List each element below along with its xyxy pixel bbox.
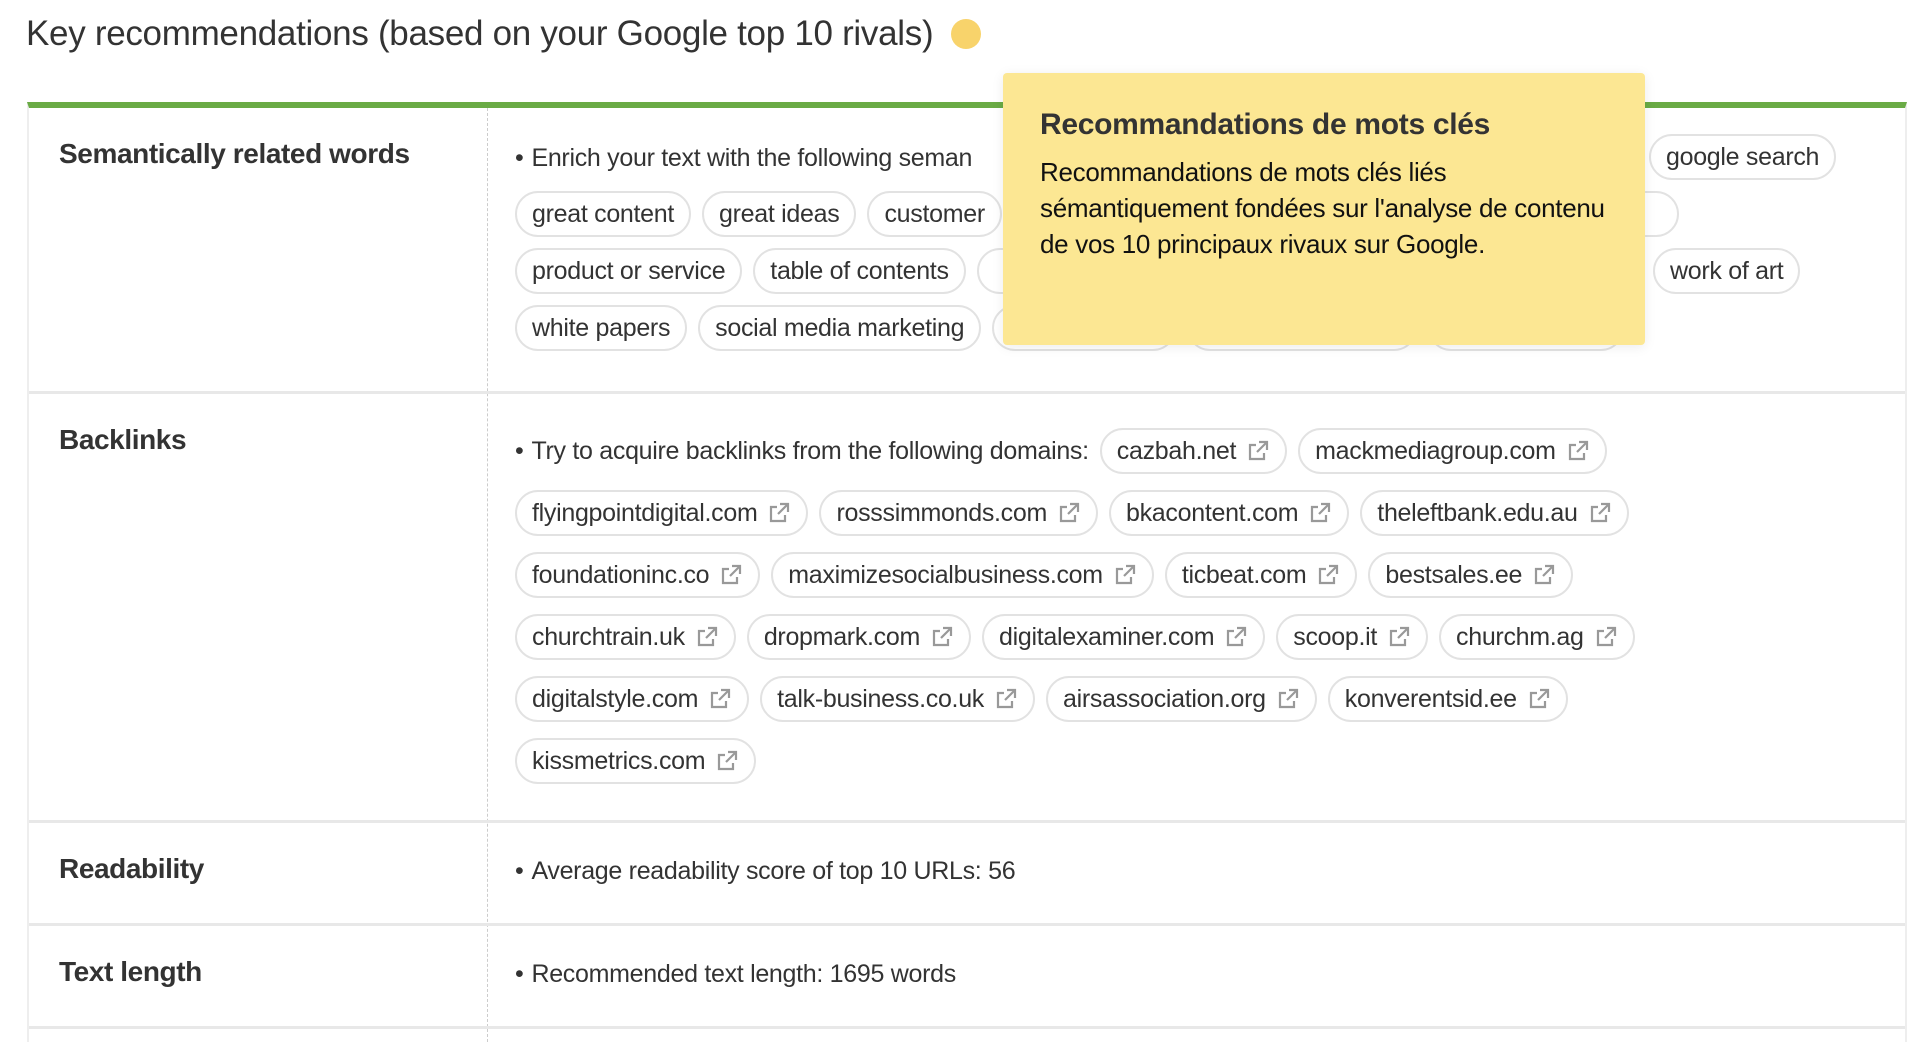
domain-label: mackmediagroup.com bbox=[1315, 436, 1556, 465]
external-link-icon[interactable] bbox=[1527, 687, 1551, 711]
external-link-icon[interactable] bbox=[767, 501, 791, 525]
chip-row: great content great ideas customer bbox=[515, 191, 1002, 237]
backlink-row: foundationinc.co maximizesocialbusiness.c… bbox=[515, 552, 1574, 598]
tooltip-title: Recommandations de mots clés bbox=[1040, 108, 1491, 141]
external-link-icon[interactable] bbox=[1387, 625, 1411, 649]
external-link-icon[interactable] bbox=[1532, 563, 1556, 587]
keyword-chip[interactable]: table of contents bbox=[753, 248, 966, 294]
backlink-row: digitalstyle.com talk-business.co.uk airsa… bbox=[515, 676, 1568, 722]
keyword-chip[interactable]: great content bbox=[515, 191, 692, 237]
row-backlinks: Backlinks Try to acquire backlinks from … bbox=[29, 394, 1905, 823]
domain-label: churchtrain.uk bbox=[532, 622, 685, 651]
external-link-icon[interactable] bbox=[1566, 439, 1590, 463]
external-link-icon[interactable] bbox=[1224, 625, 1248, 649]
external-link-icon[interactable] bbox=[1594, 625, 1618, 649]
domain-label: theleftbank.edu.au bbox=[1377, 498, 1578, 527]
keyword-chip[interactable]: customer bbox=[867, 191, 1002, 237]
backlink-domain-chip[interactable]: cazbah.net bbox=[1099, 428, 1288, 474]
external-link-icon[interactable] bbox=[930, 625, 954, 649]
chip-row: product or service table of contents bbox=[515, 248, 1057, 294]
tooltip: Recommandations de mots clés Recommandat… bbox=[1003, 73, 1645, 345]
keyword-chip[interactable]: work of art bbox=[1653, 248, 1801, 294]
row-readability: Readability Average readability score of… bbox=[29, 823, 1905, 926]
external-link-icon[interactable] bbox=[1057, 501, 1081, 525]
backlink-domain-chip[interactable]: flyingpointdigital.com bbox=[515, 490, 809, 536]
backlink-row: churchtrain.uk dropmark.com digitalexamine… bbox=[515, 614, 1635, 660]
backlink-domain-chip[interactable]: digitalstyle.com bbox=[515, 676, 750, 722]
domain-label: bestsales.ee bbox=[1385, 560, 1523, 589]
backlink-domain-chip[interactable]: bestsales.ee bbox=[1368, 552, 1574, 598]
text-length-line: Recommended text length: 1695 words bbox=[515, 960, 956, 989]
status-dot-icon bbox=[951, 19, 982, 49]
domain-label: kissmetrics.com bbox=[532, 746, 706, 775]
backlink-domain-chip[interactable]: churchtrain.uk bbox=[515, 614, 736, 660]
external-link-icon[interactable] bbox=[719, 563, 743, 587]
row-label: Backlinks bbox=[59, 424, 187, 455]
text-length-value: Recommended text length: 1695 words bbox=[515, 960, 956, 989]
row-label: Text length bbox=[59, 956, 202, 987]
domain-label: dropmark.com bbox=[763, 622, 920, 651]
external-link-icon[interactable] bbox=[1246, 439, 1270, 463]
domain-label: rosssimmonds.com bbox=[836, 498, 1047, 527]
external-link-icon[interactable] bbox=[1113, 563, 1137, 587]
domain-label: talk-business.co.uk bbox=[777, 684, 985, 713]
external-link-icon[interactable] bbox=[708, 687, 732, 711]
backlink-row: Try to acquire backlinks from the follow… bbox=[515, 428, 1607, 474]
domain-label: ticbeat.com bbox=[1181, 560, 1307, 589]
domain-label: konverentsid.ee bbox=[1344, 684, 1517, 713]
backlink-domain-chip[interactable]: ticbeat.com bbox=[1164, 552, 1358, 598]
backlink-domain-chip[interactable]: rosssimmonds.com bbox=[819, 490, 1098, 536]
backlink-domain-chip[interactable]: mackmediagroup.com bbox=[1298, 428, 1607, 474]
external-link-icon[interactable] bbox=[994, 687, 1018, 711]
backlink-domain-chip[interactable]: konverentsid.ee bbox=[1327, 676, 1568, 722]
backlink-domain-chip[interactable]: kissmetrics.com bbox=[515, 738, 757, 784]
page-title-text: Key recommendations (based on your Googl… bbox=[26, 14, 934, 53]
domain-label: digitalexaminer.com bbox=[999, 622, 1215, 651]
domain-label: cazbah.net bbox=[1116, 436, 1237, 465]
backlink-domain-chip[interactable]: scoop.it bbox=[1276, 614, 1429, 660]
domain-label: digitalstyle.com bbox=[532, 684, 699, 713]
backlink-domain-chip[interactable]: foundationinc.co bbox=[515, 552, 761, 598]
backlink-domain-chip[interactable]: airsassociation.org bbox=[1046, 676, 1317, 722]
external-link-icon[interactable] bbox=[1588, 501, 1612, 525]
tooltip-body: Recommandations de mots clés liés sémant… bbox=[1040, 157, 1605, 259]
external-link-icon[interactable] bbox=[1316, 563, 1340, 587]
backlink-domain-chip[interactable]: bkacontent.com bbox=[1109, 490, 1350, 536]
domain-label: flyingpointdigital.com bbox=[532, 498, 758, 527]
backlink-domain-chip[interactable]: churchm.ag bbox=[1439, 614, 1635, 660]
row-label: Readability bbox=[59, 853, 204, 884]
keyword-chip[interactable]: product or service bbox=[515, 248, 743, 294]
semantic-intro-line: Enrich your text with the following sema… bbox=[515, 144, 972, 173]
external-link-icon[interactable] bbox=[1308, 501, 1332, 525]
keyword-chip[interactable]: social media marketing bbox=[698, 305, 982, 351]
backlink-domain-chip[interactable]: digitalexaminer.com bbox=[982, 614, 1266, 660]
domain-label: maximizesocialbusiness.com bbox=[788, 560, 1103, 589]
row-label: Semantically related words bbox=[59, 138, 410, 169]
semantic-intro: Enrich your text with the following sema… bbox=[515, 144, 972, 173]
backlinks-intro: Try to acquire backlinks from the follow… bbox=[515, 437, 1089, 466]
readability-value: Average readability score of top 10 URLs… bbox=[515, 857, 1015, 886]
keyword-chip[interactable]: great ideas bbox=[702, 191, 857, 237]
domain-label: bkacontent.com bbox=[1126, 498, 1299, 527]
page-title: Key recommendations (based on your Googl… bbox=[26, 14, 982, 54]
backlink-domain-chip[interactable]: maximizesocialbusiness.com bbox=[771, 552, 1154, 598]
external-link-icon[interactable] bbox=[715, 749, 739, 773]
keyword-chip[interactable]: white papers bbox=[515, 305, 688, 351]
domain-label: airsassociation.org bbox=[1063, 684, 1266, 713]
readability-line: Average readability score of top 10 URLs… bbox=[515, 857, 1015, 886]
backlink-domain-chip[interactable]: theleftbank.edu.au bbox=[1360, 490, 1629, 536]
backlink-row: kissmetrics.com bbox=[515, 738, 757, 784]
domain-label: scoop.it bbox=[1293, 622, 1378, 651]
backlink-domain-chip[interactable]: dropmark.com bbox=[746, 614, 971, 660]
row-text-length: Text length Recommended text length: 169… bbox=[29, 926, 1905, 1029]
domain-label: foundationinc.co bbox=[532, 560, 710, 589]
external-link-icon[interactable] bbox=[695, 625, 719, 649]
keyword-chip[interactable]: google search bbox=[1649, 134, 1837, 180]
backlink-row: flyingpointdigital.com rosssimmonds.com bk… bbox=[515, 490, 1629, 536]
external-link-icon[interactable] bbox=[1276, 687, 1300, 711]
backlink-domain-chip[interactable]: talk-business.co.uk bbox=[760, 676, 1036, 722]
domain-label: churchm.ag bbox=[1456, 622, 1584, 651]
